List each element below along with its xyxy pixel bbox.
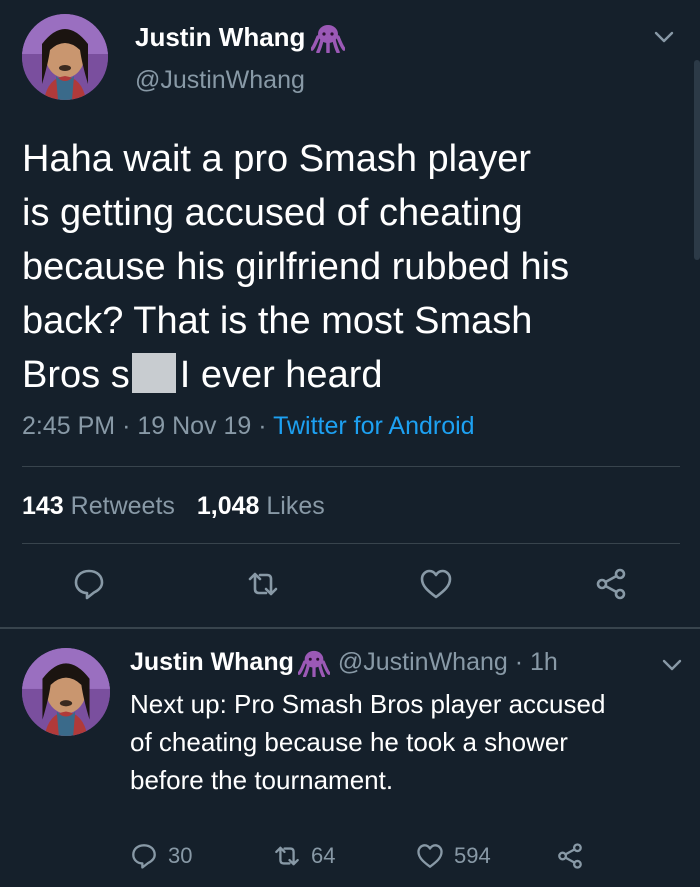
- chevron-down-icon[interactable]: [653, 30, 675, 44]
- octopus-emoji-icon: [311, 24, 346, 53]
- like-icon: [417, 844, 443, 868]
- likes-count: 1,048: [196, 492, 260, 520]
- retweets-label: Retweets: [70, 492, 175, 520]
- censor-box: [131, 353, 176, 393]
- reply-display-name[interactable]: Justin Whang: [130, 648, 294, 677]
- share-icon: [558, 843, 582, 869]
- reply-share-button[interactable]: [556, 842, 594, 870]
- reply-author-row: Justin Whang @JustinWhang · 1h: [130, 648, 558, 677]
- tweet-stats: 143 Retweets 1,048 Likes: [22, 492, 325, 521]
- author-row: Justin Whang: [135, 22, 346, 53]
- retweets-count: 143: [22, 492, 64, 520]
- tweet-line: is getting accused of cheating: [22, 192, 523, 234]
- avatar[interactable]: [22, 14, 108, 100]
- retweet-icon: [275, 846, 299, 866]
- display-name[interactable]: Justin Whang: [135, 22, 305, 53]
- octopus-emoji-icon: [297, 650, 330, 677]
- reply-icon: [132, 844, 156, 869]
- divider: [22, 466, 680, 467]
- tweet-time: 2:45 PM: [22, 412, 116, 440]
- like-icon[interactable]: [419, 567, 453, 601]
- reply-age: 1h: [530, 648, 558, 676]
- reply-line: before the tournament.: [130, 765, 394, 795]
- tweet-separator: [0, 627, 700, 629]
- reply-count: 30: [168, 843, 193, 868]
- tweet-line: Bros s I ever heard: [22, 348, 672, 402]
- tweet-text: Haha wait a pro Smash player is getting …: [22, 132, 672, 402]
- tweet-line: Haha wait a pro Smash player: [22, 138, 532, 180]
- reply-text: Next up: Pro Smash Bros player accused o…: [130, 685, 680, 799]
- reply-line: Next up: Pro Smash Bros player accused: [130, 689, 606, 719]
- likes-stat[interactable]: 1,048 Likes: [197, 492, 325, 520]
- retweet-icon[interactable]: [246, 567, 280, 601]
- reply-line: of cheating because he took a shower: [130, 727, 568, 757]
- tweet-meta: 2:45 PM · 19 Nov 19 · Twitter for Androi…: [22, 412, 475, 441]
- reply-handle[interactable]: @JustinWhang: [338, 648, 508, 677]
- handle[interactable]: @JustinWhang: [135, 66, 305, 95]
- tweet-actions: [0, 565, 700, 605]
- divider: [22, 543, 680, 544]
- reply-retweet-button[interactable]: 64: [273, 842, 335, 870]
- tweet-line-start: Bros s: [22, 354, 130, 396]
- reply-like-button[interactable]: 594: [416, 842, 491, 870]
- tweet-source-link[interactable]: Twitter for Android: [273, 412, 474, 440]
- share-icon[interactable]: [594, 567, 628, 601]
- reply-icon[interactable]: [72, 567, 106, 601]
- reply-actions: 30 64 594: [0, 838, 700, 878]
- retweets-stat[interactable]: 143 Retweets: [22, 492, 175, 520]
- retweet-count: 64: [311, 843, 336, 868]
- likes-label: Likes: [266, 492, 325, 520]
- reply-avatar[interactable]: [22, 648, 110, 736]
- tweet-line: back? That is the most Smash: [22, 300, 533, 342]
- meta-dot: ·: [507, 648, 531, 676]
- meta-dot: ·: [122, 412, 138, 440]
- meta-dot: ·: [258, 412, 274, 440]
- tweet-line-end: I ever heard: [179, 354, 383, 396]
- reply-reply-button[interactable]: 30: [130, 842, 192, 870]
- main-tweet: Justin Whang @JustinWhang Haha wait a pr…: [0, 0, 700, 630]
- like-count: 594: [454, 843, 491, 868]
- tweet-line: because his girlfriend rubbed his: [22, 246, 570, 288]
- tweet-date: 19 Nov 19: [137, 412, 252, 440]
- chevron-down-icon[interactable]: [661, 658, 683, 672]
